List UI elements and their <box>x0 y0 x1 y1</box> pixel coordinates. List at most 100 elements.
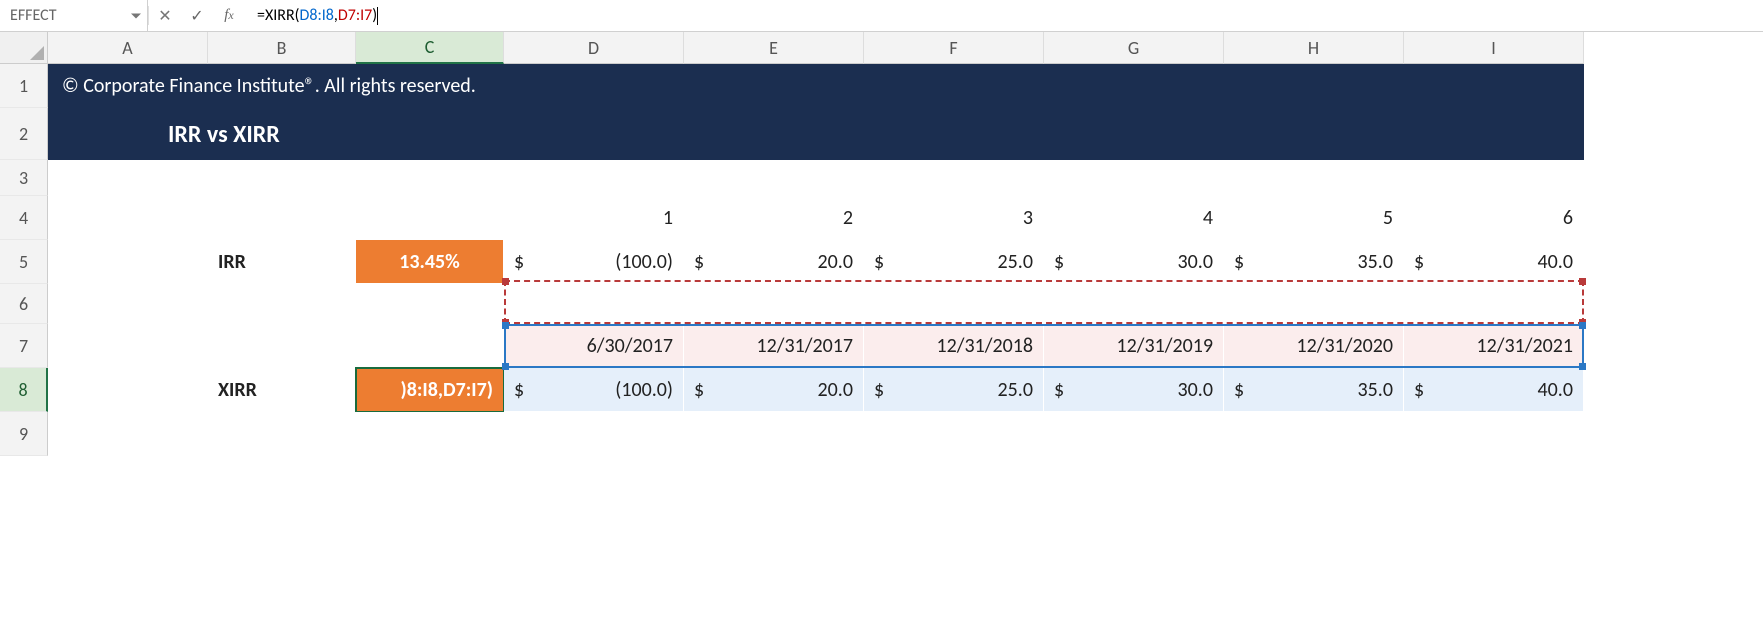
cell[interactable]: 12/31/2019 <box>1044 324 1224 368</box>
col-header[interactable]: A <box>48 32 208 64</box>
cell[interactable]: 12/31/2020 <box>1224 324 1404 368</box>
currency-sym: $ <box>514 378 532 402</box>
cell[interactable]: $35.0 <box>1224 240 1404 284</box>
formula-input[interactable]: =XIRR(D8:I8,D7:I7) <box>245 0 1763 31</box>
text-caret <box>377 7 378 25</box>
row-header[interactable]: 7 <box>0 324 48 368</box>
irr-label[interactable]: IRR <box>208 240 356 284</box>
row-header[interactable]: 9 <box>0 412 48 456</box>
currency-sym: $ <box>1414 378 1432 402</box>
cell-value: 35.0 <box>1358 378 1393 402</box>
currency-sym: $ <box>874 378 892 402</box>
formula-prefix: =XIRR( <box>257 6 300 25</box>
xirr-label[interactable]: XIRR <box>208 368 356 412</box>
cell-value: 25.0 <box>998 250 1033 274</box>
insert-function-button[interactable]: fx <box>213 0 245 31</box>
currency-sym: $ <box>694 378 712 402</box>
active-cell[interactable]: )8:I8,D7:I7) <box>356 368 504 412</box>
currency-sym: $ <box>1234 250 1252 274</box>
currency-sym: $ <box>514 250 532 274</box>
cell[interactable]: $20.0 <box>684 368 864 412</box>
formula-arg2: D7:I7 <box>338 6 372 25</box>
col-header[interactable]: I <box>1404 32 1584 64</box>
cell[interactable]: 2 <box>684 196 864 240</box>
cell-value: (100.0) <box>615 378 673 402</box>
row-header[interactable]: 8 <box>0 368 48 412</box>
currency-sym: $ <box>1054 378 1072 402</box>
cell[interactable]: $40.0 <box>1404 240 1584 284</box>
col-header[interactable]: B <box>208 32 356 64</box>
grid-row: 8 XIRR )8:I8,D7:I7) $ (100.0) $20.0 $25.0… <box>0 368 1763 412</box>
row-header[interactable]: 4 <box>0 196 48 240</box>
grid-row: 9 <box>0 412 1763 456</box>
currency-sym: $ <box>1054 250 1072 274</box>
row-header[interactable]: 2 <box>0 108 48 160</box>
cell-value: 40.0 <box>1538 250 1573 274</box>
cancel-entry-button[interactable]: ✕ <box>149 0 181 31</box>
cell[interactable]: 5 <box>1224 196 1404 240</box>
cell-value: 35.0 <box>1358 250 1393 274</box>
cell[interactable] <box>48 160 1584 196</box>
cell[interactable] <box>356 196 504 240</box>
cell[interactable] <box>208 324 356 368</box>
cell[interactable]: $ (100.0) <box>504 368 684 412</box>
cell[interactable] <box>48 196 208 240</box>
cell[interactable] <box>48 240 208 284</box>
name-box[interactable]: EFFECT <box>0 0 148 31</box>
row-header[interactable]: 5 <box>0 240 48 284</box>
worksheet-grid[interactable]: A B C D E F G H I 1 © Corporate Finance … <box>0 32 1763 456</box>
cell[interactable]: 12/31/2021 <box>1404 324 1584 368</box>
cell[interactable]: $30.0 <box>1044 240 1224 284</box>
cell[interactable] <box>48 412 1584 456</box>
cell[interactable]: 1 <box>504 196 684 240</box>
col-header[interactable]: D <box>504 32 684 64</box>
col-header[interactable]: E <box>684 32 864 64</box>
currency-sym: $ <box>694 250 712 274</box>
currency-sym: $ <box>1414 250 1432 274</box>
cell[interactable]: 4 <box>1044 196 1224 240</box>
col-header[interactable]: H <box>1224 32 1404 64</box>
cell[interactable] <box>356 324 504 368</box>
grid-row: 4 1 2 3 4 5 6 <box>0 196 1763 240</box>
col-header[interactable]: C <box>356 32 504 64</box>
cell[interactable]: 12/31/2017 <box>684 324 864 368</box>
cell[interactable]: $40.0 <box>1404 368 1584 412</box>
cell[interactable]: 12/31/2018 <box>864 324 1044 368</box>
cell[interactable]: $35.0 <box>1224 368 1404 412</box>
cell[interactable]: $20.0 <box>684 240 864 284</box>
row-header[interactable]: 1 <box>0 64 48 108</box>
grid-row: 7 6/30/2017 12/31/2017 12/31/2018 12/31/… <box>0 324 1763 368</box>
grid-row: 5 IRR 13.45% $(100.0) $20.0 $25.0 $30.0 … <box>0 240 1763 284</box>
formula-bar: EFFECT ✕ ✓ fx =XIRR(D8:I8,D7:I7) <box>0 0 1763 32</box>
cell-value: 40.0 <box>1538 378 1573 402</box>
cell[interactable]: $25.0 <box>864 240 1044 284</box>
cell[interactable]: $(100.0) <box>504 240 684 284</box>
cell-value: 20.0 <box>818 378 853 402</box>
col-header[interactable]: G <box>1044 32 1224 64</box>
formula-arg1: D8:I8 <box>300 6 334 25</box>
cell[interactable]: 6 <box>1404 196 1584 240</box>
banner-title: IRR vs XIRR <box>48 108 1584 160</box>
irr-result[interactable]: 13.45% <box>356 240 504 284</box>
col-header[interactable]: F <box>864 32 1044 64</box>
name-box-value: EFFECT <box>10 6 57 25</box>
grid-row: 1 © Corporate Finance Institute®. All ri… <box>0 64 1763 108</box>
confirm-entry-button[interactable]: ✓ <box>181 0 213 31</box>
select-all-corner[interactable] <box>0 32 48 64</box>
row-header[interactable]: 6 <box>0 284 48 324</box>
cell[interactable]: 3 <box>864 196 1044 240</box>
cell[interactable]: 6/30/2017 <box>504 324 684 368</box>
name-box-dropdown-icon[interactable] <box>131 13 141 18</box>
currency-sym: $ <box>1234 378 1252 402</box>
cell[interactable] <box>48 284 1584 324</box>
cell[interactable] <box>48 324 208 368</box>
cell[interactable] <box>48 368 208 412</box>
cell-value: 20.0 <box>818 250 853 274</box>
cell[interactable]: $30.0 <box>1044 368 1224 412</box>
currency-sym: $ <box>874 250 892 274</box>
row-header[interactable]: 3 <box>0 160 48 196</box>
cell[interactable] <box>208 196 356 240</box>
grid-row: 3 <box>0 160 1763 196</box>
cell-value: 30.0 <box>1178 250 1213 274</box>
cell[interactable]: $25.0 <box>864 368 1044 412</box>
